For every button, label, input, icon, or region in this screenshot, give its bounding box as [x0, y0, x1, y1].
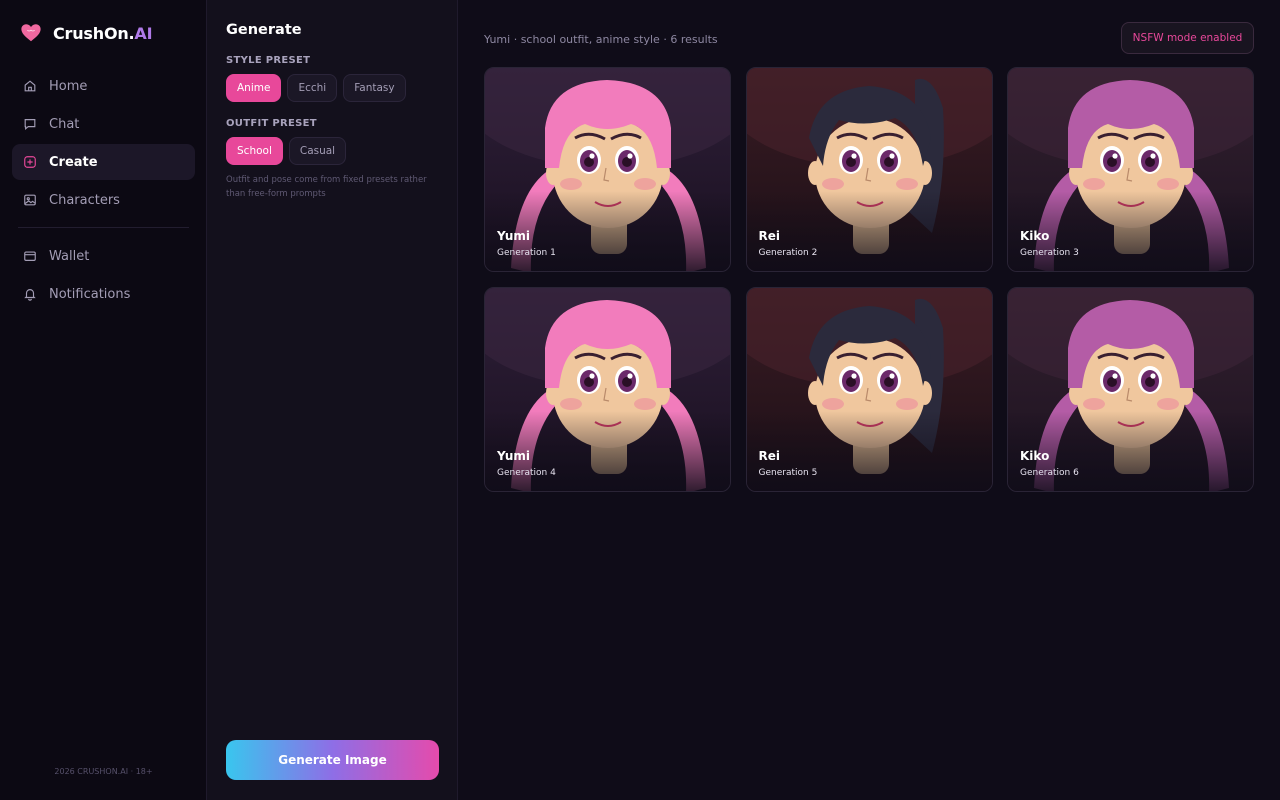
result-generation-label: Generation 5 [758, 468, 818, 478]
sidebar-nav: Home Chat Create Characters Wallet Notif… [12, 68, 195, 314]
bell-icon [24, 289, 36, 301]
result-card[interactable]: Rei Generation 2 [745, 67, 993, 272]
style-option-fantasy[interactable]: Fantasy [343, 74, 406, 102]
brand-logo[interactable]: CrushOn.AI [20, 22, 153, 44]
outfit-option-casual[interactable]: Casual [288, 137, 347, 165]
result-generation-label: Generation 3 [1020, 248, 1079, 258]
sidebar-item-chat[interactable]: Chat [12, 106, 195, 142]
results-grid: Yumi Generation 1 Rei Generation 2 Kiko … [484, 67, 1254, 492]
sidebar-divider [18, 227, 189, 228]
result-character-name: Kiko [1020, 229, 1050, 243]
nsfw-mode-badge[interactable]: NSFW mode enabled [1121, 22, 1254, 54]
plus-square-icon [24, 156, 36, 168]
card-overlay [746, 191, 992, 271]
sidebar-item-label: Home [49, 78, 88, 94]
chat-icon [24, 119, 36, 131]
result-generation-label: Generation 4 [497, 468, 556, 478]
outfit-option-school[interactable]: School [226, 137, 283, 165]
result-character-name: Kiko [1020, 449, 1050, 463]
outfit-preset-label: OUTFIT PRESET [226, 118, 317, 129]
result-card[interactable]: Rei Generation 5 [745, 287, 993, 492]
sidebar-item-home[interactable]: Home [12, 68, 195, 104]
results-summary: Yumi · school outfit, anime style · 6 re… [484, 33, 718, 46]
sidebar-item-characters[interactable]: Characters [12, 182, 195, 218]
result-character-name: Yumi [497, 449, 530, 463]
preset-hint: Outfit and pose come from fixed presets … [226, 175, 427, 199]
heart-logo-icon [21, 24, 41, 42]
result-character-name: Rei [758, 449, 781, 463]
result-generation-label: Generation 1 [497, 248, 556, 258]
home-icon [24, 80, 36, 92]
sidebar: CrushOn.AI Home Chat Create Characters W… [0, 0, 207, 800]
style-option-anime[interactable]: Anime [226, 74, 282, 102]
style-option-ecchi[interactable]: Ecchi [287, 74, 338, 102]
result-character-name: Rei [758, 229, 781, 243]
sidebar-item-wallet[interactable]: Wallet [12, 238, 195, 274]
card-overlay [746, 411, 992, 491]
style-preset-label: STYLE PRESET [226, 55, 311, 66]
sidebar-item-create[interactable]: Create [12, 144, 195, 180]
sidebar-item-label: Characters [49, 192, 120, 208]
generate-image-button[interactable]: Generate Image [226, 740, 439, 780]
brand-name: CrushOn.AI [53, 23, 153, 43]
sidebar-item-label: Create [49, 154, 98, 170]
result-generation-label: Generation 6 [1020, 468, 1079, 478]
panel-title: Generate [226, 22, 302, 38]
sidebar-footer: 2026 CRUSHON.AI · 18+ [54, 767, 153, 776]
generate-panel: Generate STYLE PRESET Anime Ecchi Fantas… [207, 0, 458, 800]
result-card[interactable]: Kiko Generation 6 [1007, 287, 1254, 492]
image-icon [24, 194, 36, 206]
result-generation-label: Generation 2 [758, 248, 818, 258]
sidebar-item-label: Wallet [49, 248, 90, 264]
outfit-preset-group: School Casual [226, 137, 347, 165]
result-card[interactable]: Kiko Generation 3 [1007, 67, 1254, 272]
sidebar-item-notifications[interactable]: Notifications [12, 276, 195, 312]
result-card[interactable]: Yumi Generation 1 [484, 67, 731, 272]
result-character-name: Yumi [497, 229, 530, 243]
sidebar-item-label: Chat [49, 116, 80, 132]
wallet-icon [24, 251, 36, 261]
style-preset-group: Anime Ecchi Fantasy [226, 74, 406, 102]
result-card[interactable]: Yumi Generation 4 [484, 287, 731, 492]
sidebar-item-label: Notifications [49, 286, 131, 302]
